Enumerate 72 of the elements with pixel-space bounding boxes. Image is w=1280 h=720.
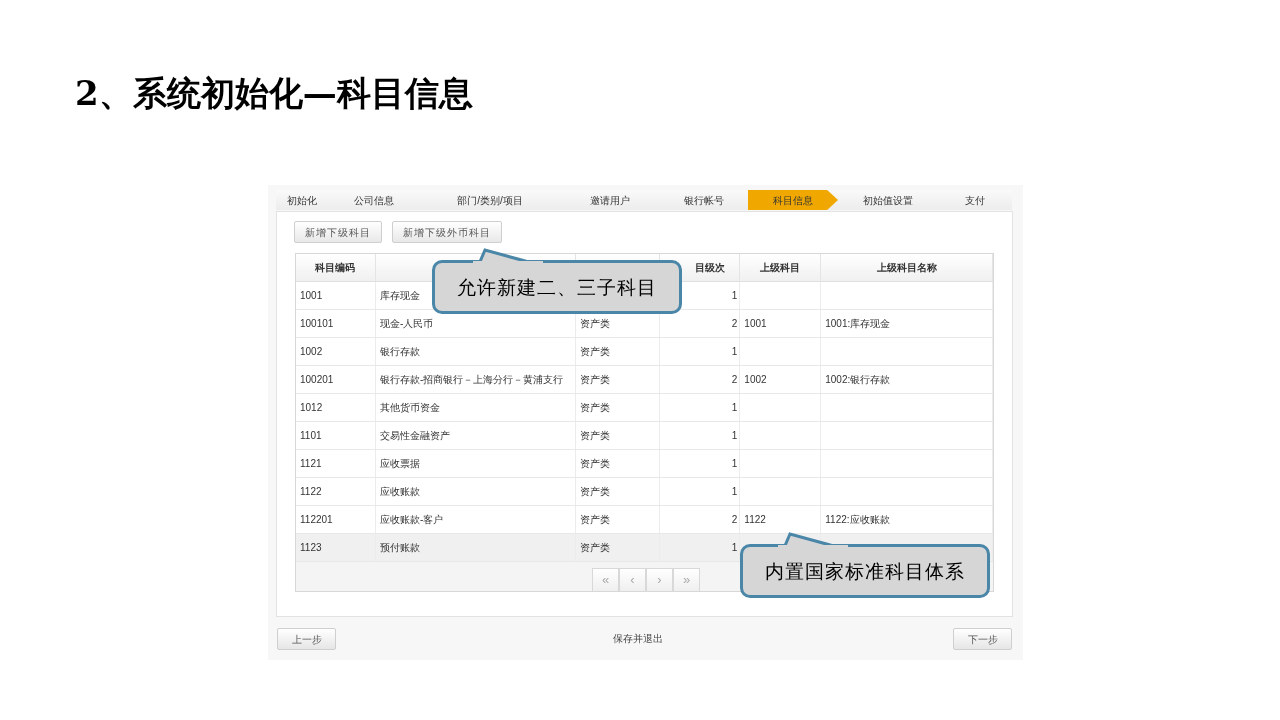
table-row[interactable]: 100101 现金-人民币 资产类 2 1001 1001:库存现金 — [296, 310, 993, 338]
table-cell-text: 资产类 — [579, 345, 610, 359]
callout-pointer — [778, 532, 848, 548]
table-cell-text: 资产类 — [579, 317, 610, 331]
table-cell-text: 1 — [731, 457, 738, 471]
table-cell-text: 1002 — [300, 345, 323, 359]
table-cell-text: 1101 — [300, 429, 322, 443]
table-cell-text: 1122 — [300, 485, 322, 499]
table-cell-text: 1 — [731, 541, 738, 555]
table-cell-text: 资产类 — [579, 401, 610, 415]
column-header: 上级科目 — [760, 261, 801, 275]
table-row[interactable]: 1002 银行存款 资产类 1 — [296, 338, 993, 366]
step-tab[interactable]: 支付 — [938, 190, 1012, 210]
table-cell-text: 2 — [731, 513, 738, 527]
table-cell-text: 1 — [731, 289, 738, 303]
table-cell-text: 银行存款-招商银行－上海分行－黄浦支行 — [379, 373, 564, 387]
step-tab[interactable]: 部门/类别/项目 — [420, 190, 560, 210]
table-cell-text: 1001 — [744, 317, 767, 331]
table-cell-text: 112201 — [300, 513, 333, 527]
add-account-button[interactable]: 新增下级外币科目 — [392, 221, 502, 243]
table-cell-text: 1123 — [300, 541, 322, 555]
column-header: 上级科目名称 — [876, 261, 937, 275]
table-cell-text: 资产类 — [579, 485, 610, 499]
step-tab[interactable]: 科目信息 — [748, 190, 838, 210]
table-cell-text: 现金-人民币 — [379, 317, 434, 331]
table-cell-text: 资产类 — [579, 513, 610, 527]
table-cell-text: 其他货币资金 — [379, 401, 440, 415]
table-cell-text: 1001 — [300, 289, 323, 303]
table-cell-text: 1012 — [300, 401, 323, 415]
table-cell-text: 1002 — [744, 373, 767, 387]
step-tab[interactable]: 银行帐号 — [660, 190, 748, 210]
table-cell-text: 应收票据 — [379, 457, 420, 471]
table-cell-text: 资产类 — [579, 429, 610, 443]
table-cell-text: 资产类 — [579, 457, 610, 471]
table-cell-text: 2 — [731, 317, 738, 331]
table-cell-text: 1122:应收账款 — [825, 513, 890, 527]
table-cell-text: 100101 — [300, 317, 334, 331]
slide-title: 2、系统初始化—科目信息 — [75, 72, 473, 115]
table-cell-text: 1 — [731, 345, 738, 359]
table-row[interactable]: 100201 银行存款-招商银行－上海分行－黄浦支行 资产类 2 1002 1002:银行存款 — [296, 366, 993, 394]
table-cell-text: 资产类 — [579, 373, 610, 387]
column-header: 科目编码 — [315, 261, 356, 275]
table-row[interactable]: 1122 应收账款 资产类 1 — [296, 478, 993, 506]
table-cell-text: 2 — [731, 373, 738, 387]
table-cell-text: 应收账款 — [379, 485, 420, 499]
save-and-exit-link[interactable]: 保存并退出 — [613, 631, 663, 646]
step-tab[interactable]: 公司信息 — [328, 190, 420, 210]
table-row[interactable]: 1012 其他货币资金 资产类 1 — [296, 394, 993, 422]
column-header: 目级次 — [695, 261, 726, 275]
table-cell-text: 交易性金融资产 — [379, 429, 450, 443]
table-cell-text: 预付账款 — [379, 541, 420, 555]
table-cell-text: 100201 — [300, 373, 334, 387]
table-cell-text: 1001:库存现金 — [825, 317, 891, 331]
table-cell-text: 1002:银行存款 — [825, 373, 891, 387]
previous-step-button[interactable]: 上一步 — [277, 628, 336, 650]
step-tab[interactable]: 初始值设置 — [838, 190, 938, 210]
table-cell-text: 银行存款 — [379, 345, 420, 359]
table-cell-text: 1122 — [744, 513, 766, 527]
table-row[interactable]: 1121 应收票据 资产类 1 — [296, 450, 993, 478]
table-cell-text: 资产类 — [579, 541, 610, 555]
table-cell-text: 1 — [731, 429, 738, 443]
table-cell-text: 1121 — [300, 457, 322, 471]
next-step-button[interactable]: 下一步 — [953, 628, 1012, 650]
step-tab[interactable]: 初始化 — [276, 190, 328, 210]
table-row[interactable]: 112201 应收账款-客户 资产类 2 1122 1122:应收账款 — [296, 506, 993, 534]
add-account-button[interactable]: 新增下级科目 — [294, 221, 382, 243]
table-cell-text: 1 — [731, 485, 738, 499]
table-row[interactable]: 1101 交易性金融资产 资产类 1 — [296, 422, 993, 450]
table-cell-text: 库存现金 — [379, 289, 420, 303]
table-cell-text: 应收账款-客户 — [379, 513, 444, 527]
table-cell-text: 1 — [731, 401, 738, 415]
step-tab[interactable]: 邀请用户 — [560, 190, 660, 210]
